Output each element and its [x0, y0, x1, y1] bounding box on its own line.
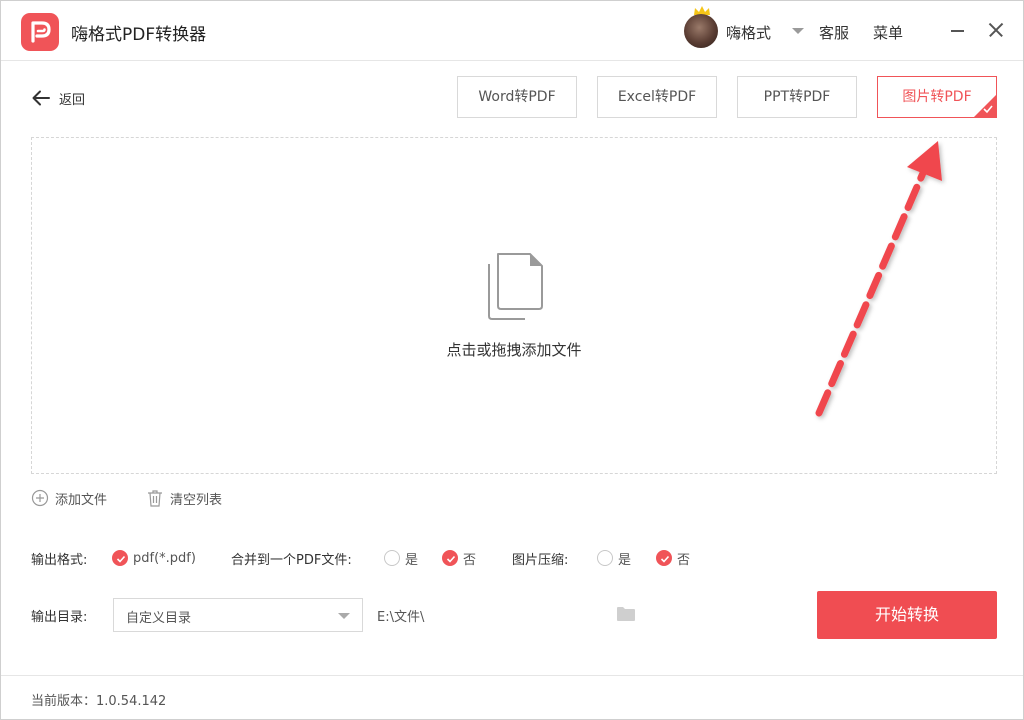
file-drop-zone[interactable]: 点击或拖拽添加文件	[31, 137, 997, 474]
minimize-icon[interactable]	[948, 19, 968, 39]
close-icon[interactable]	[986, 19, 1006, 39]
title-bar: 嗨格式PDF转换器 嗨格式 客服 菜单	[1, 1, 1023, 61]
radio-unchecked-icon	[384, 550, 400, 566]
radio-unchecked-icon	[597, 550, 613, 566]
back-button[interactable]: 返回	[31, 86, 85, 110]
app-title: 嗨格式PDF转换器	[71, 25, 207, 45]
merge-pdf-label: 合并到一个PDF文件:	[231, 553, 352, 568]
output-dir-path: E:\文件\	[377, 610, 425, 625]
format-pdf-label: pdf(*.pdf)	[133, 550, 196, 566]
tab-word-to-pdf[interactable]: Word转PDF	[457, 76, 577, 118]
compress-yes-label: 是	[618, 552, 632, 568]
merge-no-label: 否	[463, 552, 477, 568]
start-convert-button[interactable]: 开始转换	[817, 591, 997, 639]
customer-service-link[interactable]: 客服	[819, 22, 849, 43]
tab-image-to-pdf-label: 图片转PDF	[902, 89, 972, 105]
back-label: 返回	[59, 92, 86, 108]
output-format-label: 输出格式:	[31, 553, 88, 568]
folder-icon[interactable]	[616, 605, 636, 623]
avatar[interactable]	[684, 14, 718, 48]
status-bar: 当前版本：1.0.54.142	[1, 675, 1023, 720]
trash-icon	[146, 489, 164, 507]
output-dir-select[interactable]: 自定义目录	[113, 598, 363, 632]
compress-no-label: 否	[677, 552, 691, 568]
radio-checked-icon	[112, 550, 128, 566]
merge-no-radio[interactable]: 否	[442, 549, 477, 568]
format-pdf-radio[interactable]: pdf(*.pdf)	[112, 549, 196, 567]
add-file-button[interactable]: 添加文件	[31, 488, 107, 508]
output-dir-select-value: 自定义目录	[126, 611, 192, 626]
username[interactable]: 嗨格式	[726, 22, 771, 43]
add-file-label: 添加文件	[55, 492, 108, 508]
menu-link[interactable]: 菜单	[873, 22, 903, 43]
version-label: 当前版本：1.0.54.142	[31, 694, 167, 709]
merge-yes-radio[interactable]: 是	[384, 549, 419, 568]
image-compress-label: 图片压缩:	[512, 553, 569, 568]
document-icon	[488, 253, 543, 320]
radio-checked-icon	[656, 550, 672, 566]
compress-no-radio[interactable]: 否	[656, 549, 691, 568]
app-window: 嗨格式PDF转换器 嗨格式 客服 菜单 返回 Word转PDF Excel转PD…	[0, 0, 1024, 720]
checkmark-icon	[983, 105, 993, 114]
clear-list-label: 清空列表	[170, 492, 223, 508]
drop-zone-hint: 点击或拖拽添加文件	[446, 341, 582, 359]
radio-checked-icon	[442, 550, 458, 566]
output-dir-label: 输出目录:	[31, 610, 88, 625]
chevron-down-icon	[338, 613, 350, 619]
pdf-logo-icon	[21, 13, 59, 51]
clear-list-button[interactable]: 清空列表	[146, 488, 222, 508]
compress-yes-radio[interactable]: 是	[597, 549, 632, 568]
tab-ppt-to-pdf[interactable]: PPT转PDF	[737, 76, 857, 118]
tab-image-to-pdf[interactable]: 图片转PDF	[877, 76, 997, 118]
chevron-down-icon[interactable]	[792, 28, 804, 34]
merge-yes-label: 是	[405, 552, 419, 568]
arrow-left-icon	[31, 88, 51, 108]
tab-excel-to-pdf[interactable]: Excel转PDF	[597, 76, 717, 118]
plus-circle-icon	[31, 489, 49, 507]
